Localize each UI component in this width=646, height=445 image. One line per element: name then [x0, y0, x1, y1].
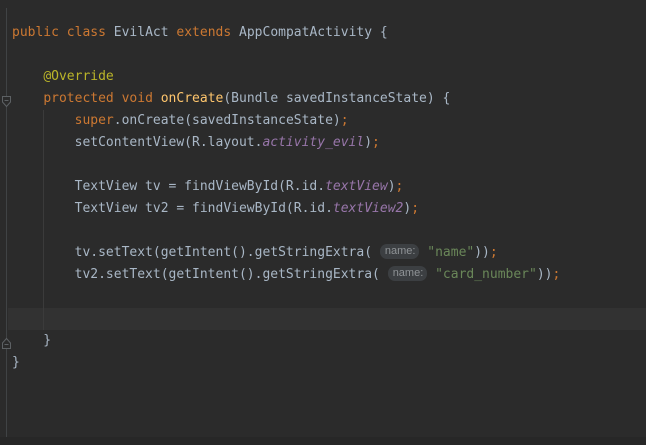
- code-token: [153, 91, 161, 106]
- code-token: ;: [372, 135, 380, 150]
- code-token: super: [75, 113, 114, 128]
- code-token: ): [388, 179, 396, 194]
- code-token: AppCompatActivity {: [231, 25, 388, 40]
- code-token: EvilAct: [106, 25, 176, 40]
- code-token: activity_evil: [262, 135, 364, 150]
- code-token: ;: [553, 267, 561, 282]
- code-token: [12, 91, 43, 106]
- code-token: [114, 91, 122, 106]
- code-token: "card_number": [435, 267, 537, 282]
- code-token: class: [67, 25, 106, 40]
- code-token: void: [122, 91, 153, 106]
- code-token: [427, 267, 435, 282]
- code-token: TextView tv2 = findViewById(R.id.: [12, 201, 333, 216]
- code-token: }: [12, 333, 51, 348]
- fold-expand-icon[interactable]: [1, 335, 12, 348]
- code-line[interactable]: [12, 44, 646, 66]
- code-area[interactable]: public class EvilAct extends AppCompatAc…: [0, 0, 646, 445]
- code-token: ;: [490, 245, 498, 260]
- code-line[interactable]: TextView tv = findViewById(R.id.textView…: [12, 176, 646, 198]
- code-token: ;: [341, 113, 349, 128]
- code-line[interactable]: TextView tv2 = findViewById(R.id.textVie…: [12, 198, 646, 220]
- code-line[interactable]: tv2.setText(getIntent().getStringExtra( …: [12, 264, 646, 286]
- code-editor-window: { "editor": { "language": "java", "backg…: [0, 0, 646, 445]
- code-token: }: [12, 355, 20, 370]
- code-token: ): [364, 135, 372, 150]
- code-token: (Bundle savedInstanceState) {: [223, 91, 450, 106]
- code-token: ;: [411, 201, 419, 216]
- code-token: protected: [43, 91, 113, 106]
- parameter-hint-chip[interactable]: name:: [388, 266, 428, 281]
- code-token: [12, 113, 75, 128]
- code-token: textView: [325, 179, 388, 194]
- code-line[interactable]: protected void onCreate(Bundle savedInst…: [12, 88, 646, 110]
- code-token: [59, 25, 67, 40]
- code-token: @Override: [43, 69, 113, 84]
- code-token: setContentView(R.layout.: [12, 135, 262, 150]
- code-token: textView2: [333, 201, 403, 216]
- code-line[interactable]: @Override: [12, 66, 646, 88]
- code-token: )): [474, 245, 490, 260]
- code-line[interactable]: }: [12, 330, 646, 352]
- code-token: extends: [176, 25, 231, 40]
- parameter-hint-chip[interactable]: name:: [380, 244, 420, 259]
- code-line[interactable]: [12, 220, 646, 242]
- code-line[interactable]: [12, 154, 646, 176]
- code-line[interactable]: setContentView(R.layout.activity_evil);: [12, 132, 646, 154]
- fold-collapse-icon[interactable]: [1, 93, 12, 106]
- code-token: ): [403, 201, 411, 216]
- code-line[interactable]: super.onCreate(savedInstanceState);: [12, 110, 646, 132]
- code-token: .onCreate(savedInstanceState): [114, 113, 341, 128]
- code-token: onCreate: [161, 91, 224, 106]
- code-token: TextView tv = findViewById(R.id.: [12, 179, 325, 194]
- code-token: ;: [396, 179, 404, 194]
- code-token: )): [537, 267, 553, 282]
- code-token: "name": [427, 245, 474, 260]
- code-line[interactable]: tv.setText(getIntent().getStringExtra( n…: [12, 242, 646, 264]
- code-line[interactable]: public class EvilAct extends AppCompatAc…: [12, 22, 646, 44]
- gutter-fold-line: [6, 8, 7, 437]
- code-line[interactable]: }: [12, 352, 646, 374]
- code-token: tv.setText(getIntent().getStringExtra(: [12, 245, 380, 260]
- code-token: tv2.setText(getIntent().getStringExtra(: [12, 267, 388, 282]
- code-line[interactable]: [12, 308, 646, 330]
- code-line[interactable]: [12, 286, 646, 308]
- code-token: public: [12, 25, 59, 40]
- code-token: [12, 69, 43, 84]
